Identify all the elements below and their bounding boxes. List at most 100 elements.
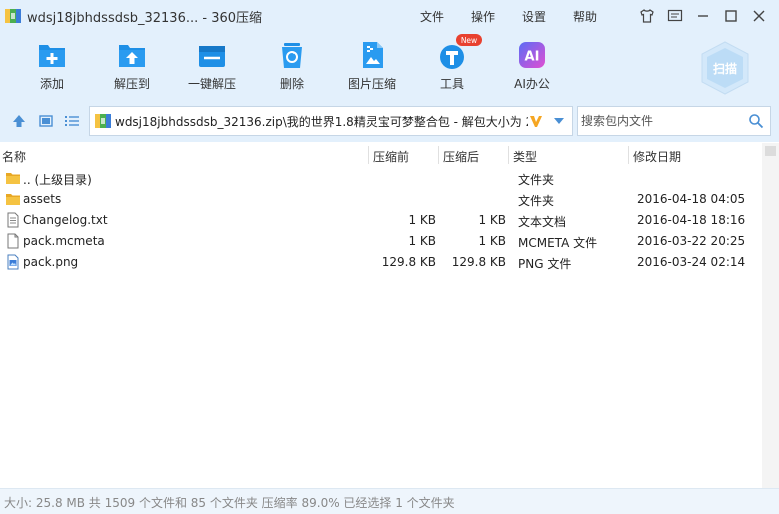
minimize-icon (698, 15, 708, 17)
column-divider (508, 146, 509, 164)
new-badge-text: New (461, 36, 477, 45)
address-bar: wdsj18jbhdssdsb_32136.zip\我的世界1.8精灵宝可梦整合… (0, 100, 779, 142)
image-file-icon (7, 254, 19, 270)
file-row-changelog[interactable]: Changelog.txt 1 KB 1 KB 文本文档 2016-04-18 … (0, 210, 779, 231)
maximize-icon (725, 10, 737, 22)
window-controls (633, 0, 773, 32)
path-field[interactable]: wdsj18jbhdssdsb_32136.zip\我的世界1.8精灵宝可梦整合… (89, 106, 573, 136)
add-label: 添加 (39, 77, 64, 91)
file-name: pack.png (23, 255, 79, 269)
new-badge-icon: New (456, 34, 482, 46)
file-name: .. (上级目录) (23, 173, 92, 187)
file-list: .. (上级目录) 文件夹 assets 文件夹 2016-04-18 04:0… (0, 168, 779, 273)
path-text: wdsj18jbhdssdsb_32136.zip\我的世界1.8精灵宝可梦整合… (115, 114, 528, 129)
shirt-icon (640, 9, 654, 23)
ai-badge-text: AI (525, 50, 540, 65)
file-type: MCMETA 文件 (518, 236, 598, 250)
file-size-after: 1 KB (478, 213, 506, 227)
column-divider (438, 146, 439, 164)
scrollbar-thumb[interactable] (765, 146, 776, 156)
status-bar: 大小: 25.8 MB 共 1509 个文件和 85 个文件夹 压缩率 89.0… (0, 488, 779, 514)
image-compress-label: 图片压缩 (347, 77, 396, 91)
scan-shield-icon: 扫描 (701, 41, 749, 95)
file-name: assets (23, 192, 62, 206)
add-button[interactable]: 添加 (19, 38, 85, 92)
file-name: Changelog.txt (23, 213, 108, 227)
one-click-extract-button[interactable]: 一键解压 (179, 38, 245, 92)
ai-office-label: AI办公 (514, 77, 550, 91)
skin-button[interactable] (633, 2, 661, 30)
list-view-icon[interactable] (64, 113, 80, 129)
checkmark-icon (530, 116, 542, 127)
column-header-row: 名称 压缩前 压缩后 类型 修改日期 (0, 143, 779, 167)
file-modified: 2016-04-18 18:16 (637, 213, 746, 227)
file-size-before: 129.8 KB (381, 255, 436, 269)
menu-settings[interactable]: 设置 (522, 8, 546, 25)
one-click-extract-label: 一键解压 (187, 77, 236, 91)
search-box (577, 106, 771, 136)
thumbnail-view-icon[interactable] (38, 113, 54, 129)
tools-button[interactable]: New 工具 (419, 34, 485, 92)
text-file-icon (7, 212, 19, 228)
extract-to-icon (119, 45, 145, 67)
search-icon[interactable] (748, 113, 764, 129)
column-header-packed[interactable]: 压缩后 (443, 148, 479, 165)
ai-office-icon: AI (519, 42, 545, 68)
chevron-down-icon[interactable] (552, 114, 566, 128)
ai-office-button[interactable]: AI AI办公 (499, 38, 565, 92)
delete-button[interactable]: 删除 (259, 38, 325, 92)
file-modified: 2016-03-24 02:14 (637, 255, 746, 269)
file-row-assets[interactable]: assets 文件夹 2016-04-18 04:05 (0, 189, 779, 210)
file-name: pack.mcmeta (23, 234, 105, 248)
vertical-scrollbar[interactable] (762, 143, 779, 488)
column-header-type[interactable]: 类型 (513, 148, 537, 165)
file-icon (7, 233, 19, 249)
one-click-extract-icon (199, 46, 225, 67)
toolbar: 添加 解压到 一键解压 删除 图片压缩 New 工具 AI AI办公 扫描 (0, 32, 779, 100)
maximize-button[interactable] (717, 2, 745, 30)
file-size-before: 1 KB (408, 234, 436, 248)
extract-to-label: 解压到 (113, 77, 150, 91)
folder-icon (6, 194, 20, 205)
file-modified: 2016-04-18 04:05 (637, 192, 746, 206)
add-icon (39, 45, 65, 67)
menu-help[interactable]: 帮助 (573, 8, 597, 25)
file-size-before: 1 KB (408, 213, 436, 227)
scan-label: 扫描 (713, 61, 737, 76)
column-header-compressed[interactable]: 压缩前 (373, 148, 409, 165)
file-type: 文件夹 (518, 173, 555, 187)
title-bar: wdsj18jbhdssdsb_32136... - 360压缩 文件 操作 设… (0, 0, 779, 32)
file-row-mcmeta[interactable]: pack.mcmeta 1 KB 1 KB MCMETA 文件 2016-03-… (0, 231, 779, 252)
menu-file[interactable]: 文件 (420, 8, 444, 25)
close-button[interactable] (745, 2, 773, 30)
menu-operate[interactable]: 操作 (471, 8, 495, 25)
folder-icon (6, 173, 20, 184)
scan-button[interactable]: 扫描 (696, 39, 754, 97)
file-type: 文本文档 (518, 215, 567, 229)
file-row-png[interactable]: pack.png 129.8 KB 129.8 KB PNG 文件 2016-0… (0, 252, 779, 273)
up-arrow-icon[interactable] (11, 113, 27, 129)
delete-icon (282, 43, 302, 68)
close-icon (753, 10, 765, 22)
column-divider (628, 146, 629, 164)
file-type: PNG 文件 (518, 257, 572, 271)
app-logo-icon (5, 9, 21, 23)
file-modified: 2016-03-22 20:25 (637, 234, 746, 248)
minimize-button[interactable] (689, 2, 717, 30)
menu-bar: 文件 操作 设置 帮助 (420, 0, 624, 32)
column-divider (368, 146, 369, 164)
file-size-after: 1 KB (478, 234, 506, 248)
message-icon (667, 9, 683, 22)
delete-label: 删除 (279, 77, 304, 91)
image-compress-button[interactable]: 图片压缩 (339, 38, 405, 92)
extract-to-button[interactable]: 解压到 (99, 38, 165, 92)
feedback-button[interactable] (661, 2, 689, 30)
image-compress-icon (363, 42, 383, 68)
file-row-parent[interactable]: .. (上级目录) 文件夹 (0, 168, 779, 189)
search-input[interactable] (578, 107, 738, 135)
column-header-name[interactable]: 名称 (2, 148, 26, 165)
file-size-after: 129.8 KB (451, 255, 506, 269)
tools-label: 工具 (439, 77, 464, 91)
column-header-modified[interactable]: 修改日期 (633, 148, 681, 165)
file-type: 文件夹 (518, 194, 555, 208)
